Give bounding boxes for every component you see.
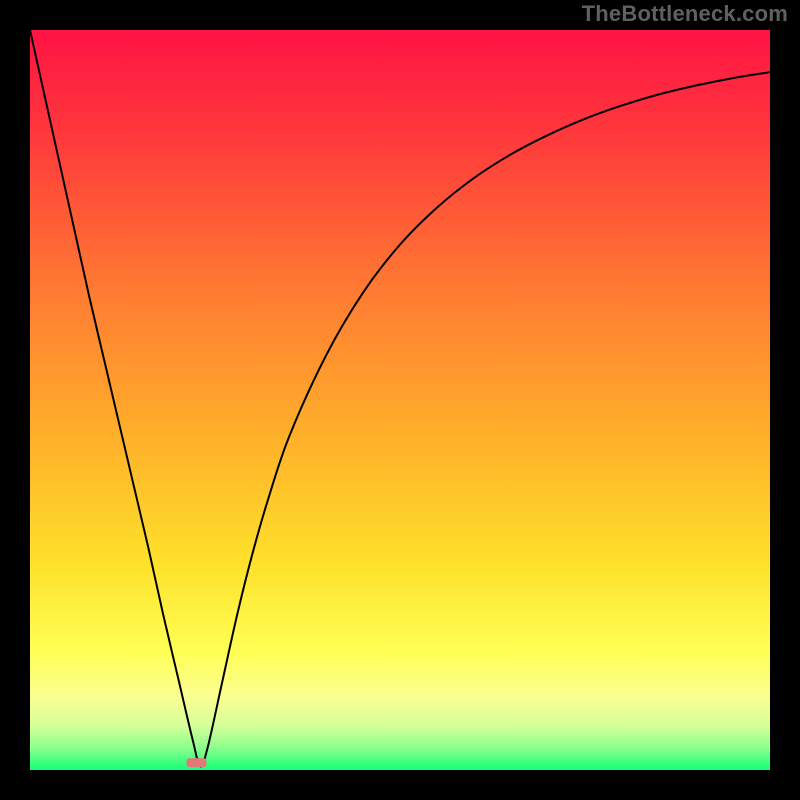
watermark-text: TheBottleneck.com — [582, 1, 788, 27]
minimum-marker — [187, 758, 207, 767]
chart-frame: TheBottleneck.com — [0, 0, 800, 800]
chart-svg — [0, 0, 800, 800]
plot-background — [30, 30, 770, 770]
